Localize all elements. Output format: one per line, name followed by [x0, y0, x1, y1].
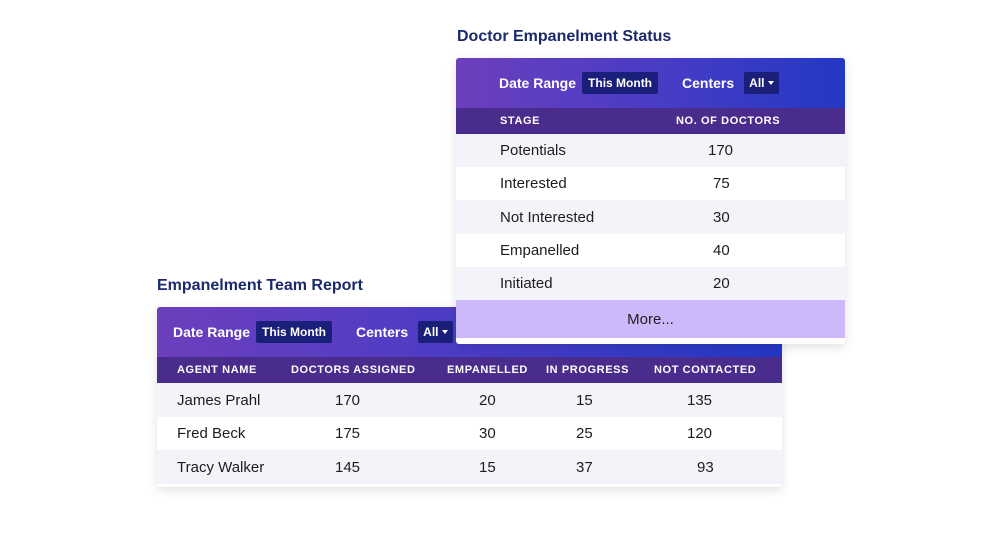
- table-row[interactable]: Empanelled 40: [456, 234, 845, 267]
- agent-name-cell: James Prahl: [177, 391, 261, 409]
- centers-label: Centers: [682, 75, 735, 91]
- centers-dropdown[interactable]: All: [744, 72, 779, 94]
- column-header-doctors-assigned[interactable]: DOCTORS ASSIGNED: [291, 364, 416, 376]
- more-button[interactable]: More...: [456, 300, 845, 338]
- doctors-assigned-cell: 175: [335, 425, 361, 442]
- table-row[interactable]: Tracy Walker 145 15 37 93: [157, 450, 782, 484]
- stage-cell: Not Interested: [500, 208, 595, 226]
- in-progress-cell: 25: [576, 425, 593, 442]
- doctors-assigned-cell: 145: [335, 458, 361, 476]
- empanelled-cell: 30: [479, 425, 496, 442]
- date-range-label: Date Range: [499, 75, 577, 91]
- table-row[interactable]: Fred Beck 175 30 25 120: [157, 417, 782, 450]
- doctor-count-cell: 20: [713, 275, 730, 292]
- doctor-count-cell: 75: [713, 175, 730, 192]
- centers-label: Centers: [356, 324, 409, 340]
- column-header-stage[interactable]: STAGE: [500, 115, 540, 127]
- centers-dropdown[interactable]: All: [418, 321, 453, 343]
- column-header-in-progress[interactable]: IN PROGRESS: [546, 364, 629, 376]
- centers-dropdown-value: All: [423, 325, 439, 339]
- team-report-title: Empanelment Team Report: [157, 277, 363, 294]
- in-progress-cell: 37: [576, 458, 593, 476]
- column-header-no-of-doctors[interactable]: NO. OF DOCTORS: [676, 115, 780, 127]
- date-range-dropdown[interactable]: This Month: [256, 321, 333, 343]
- empanelled-cell: 20: [479, 391, 496, 409]
- doctor-status-header-row: STAGE NO. OF DOCTORS: [456, 108, 845, 134]
- centers-dropdown-value: All: [749, 76, 765, 90]
- table-row[interactable]: James Prahl 170 20 15 135: [157, 383, 782, 417]
- date-range-dropdown[interactable]: This Month: [582, 72, 659, 94]
- not-contacted-cell: 93: [697, 458, 714, 476]
- stage-cell: Empanelled: [500, 242, 580, 259]
- table-row[interactable]: Interested 75: [456, 167, 845, 200]
- column-header-empanelled[interactable]: EMPANELLED: [447, 364, 528, 376]
- stage-cell: Interested: [500, 175, 567, 192]
- date-range-label: Date Range: [173, 324, 251, 340]
- table-row[interactable]: Initiated 20: [456, 267, 845, 300]
- not-contacted-cell: 120: [687, 425, 713, 442]
- chevron-down-icon: [767, 81, 774, 85]
- agent-name-cell: Tracy Walker: [177, 458, 265, 476]
- chevron-down-icon: [441, 330, 448, 334]
- team-report-header-row: AGENT NAME DOCTORS ASSIGNED EMPANELLED I…: [157, 357, 782, 383]
- not-contacted-cell: 135: [687, 391, 713, 409]
- doctor-count-cell: 170: [708, 142, 734, 159]
- doctor-status-card: Date Range This Month Centers All STAGE …: [456, 58, 845, 344]
- stage-cell: Initiated: [500, 275, 553, 292]
- doctor-status-title: Doctor Empanelment Status: [457, 28, 672, 45]
- doctors-assigned-cell: 170: [335, 391, 361, 409]
- doctor-count-cell: 30: [713, 208, 730, 226]
- in-progress-cell: 15: [576, 391, 593, 409]
- doctor-count-cell: 40: [713, 242, 730, 259]
- column-header-agent-name[interactable]: AGENT NAME: [177, 364, 257, 376]
- empanelled-cell: 15: [479, 458, 496, 476]
- table-row[interactable]: Not Interested 30: [456, 200, 845, 234]
- stage-cell: Potentials: [500, 142, 566, 159]
- agent-name-cell: Fred Beck: [177, 425, 246, 442]
- doctor-status-filter-bar: Date Range This Month Centers All: [456, 58, 845, 108]
- column-header-not-contacted[interactable]: NOT CONTACTED: [654, 364, 756, 376]
- table-row[interactable]: Potentials 170: [456, 134, 845, 167]
